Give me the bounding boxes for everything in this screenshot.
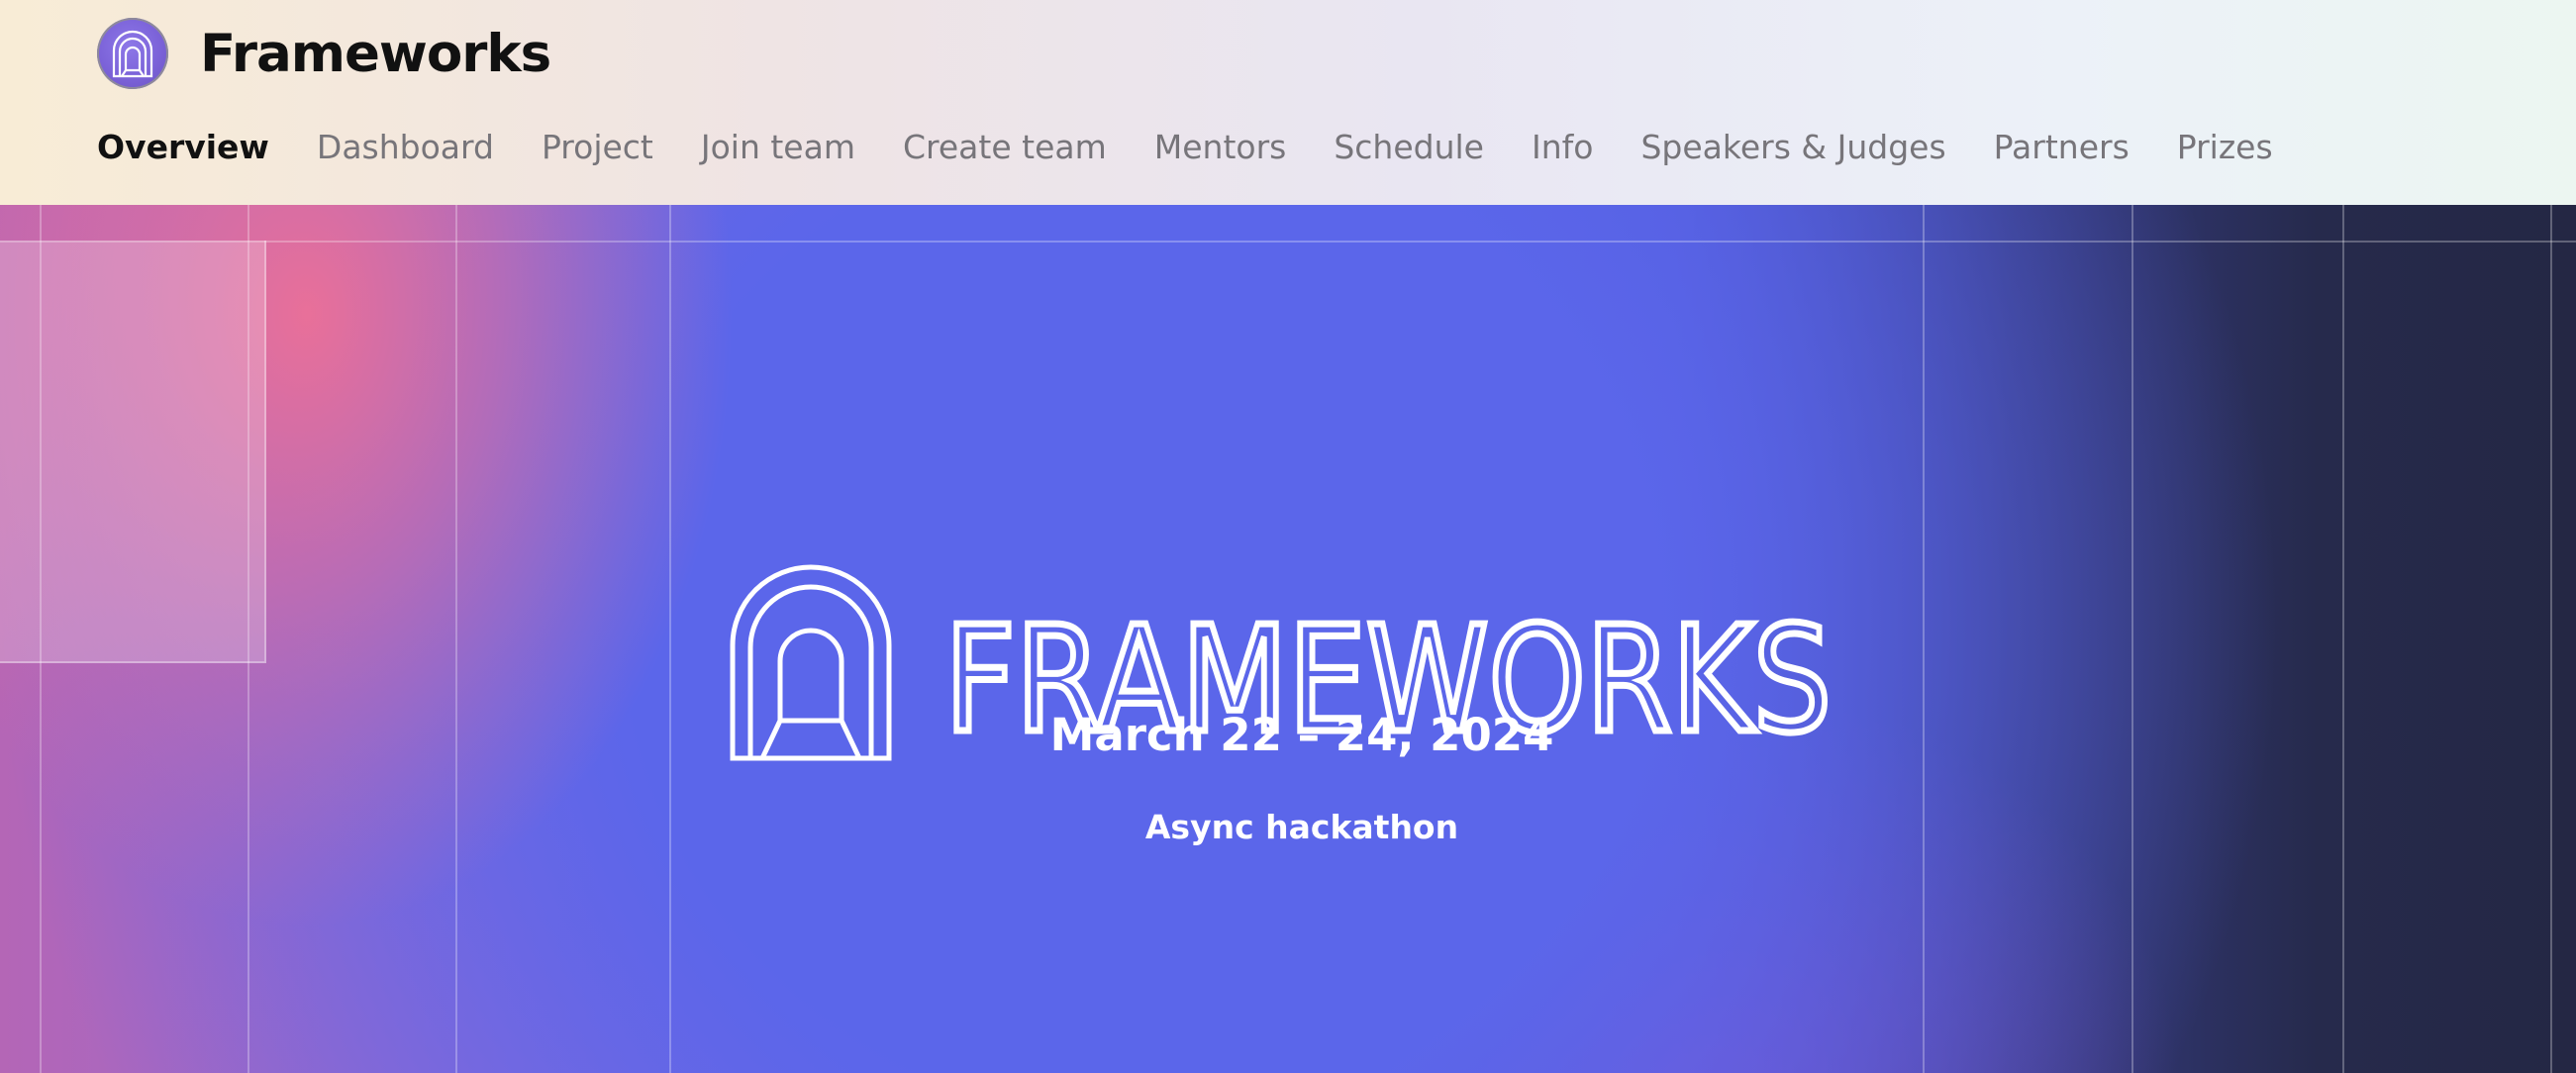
event-subtitle: Async hackathon [1144,808,1459,846]
arch-tunnel-icon [97,18,168,89]
brand[interactable]: Frameworks [97,18,551,89]
event-date: March 22 – 24, 2024 [1049,709,1554,761]
nav-item-join-team[interactable]: Join team [701,128,855,166]
page: Frameworks Overview Dashboard Project Jo… [0,0,2576,1073]
site-header: Frameworks Overview Dashboard Project Jo… [0,0,2576,205]
main-nav: Overview Dashboard Project Join team Cre… [97,119,2321,174]
grid-line [2550,205,2552,1073]
nav-item-project[interactable]: Project [542,128,653,166]
grid-line [40,205,42,1073]
grid-line [669,205,671,1073]
grid-line [455,205,457,1073]
grid-line [0,241,2576,243]
nav-item-speakers-judges[interactable]: Speakers & Judges [1640,128,1945,166]
nav-item-partners[interactable]: Partners [1994,128,2130,166]
brand-name: Frameworks [200,23,551,84]
nav-item-mentors[interactable]: Mentors [1154,128,1287,166]
nav-item-overview[interactable]: Overview [97,128,269,166]
nav-item-create-team[interactable]: Create team [903,128,1107,166]
grid-line [1923,205,1925,1073]
nav-item-schedule[interactable]: Schedule [1334,128,1484,166]
grid-line [2342,205,2344,1073]
grid-line [2131,205,2133,1073]
nav-item-info[interactable]: Info [1532,128,1593,166]
grid-line [248,205,249,1073]
nav-item-dashboard[interactable]: Dashboard [317,128,494,166]
nav-item-prizes[interactable]: Prizes [2177,128,2273,166]
